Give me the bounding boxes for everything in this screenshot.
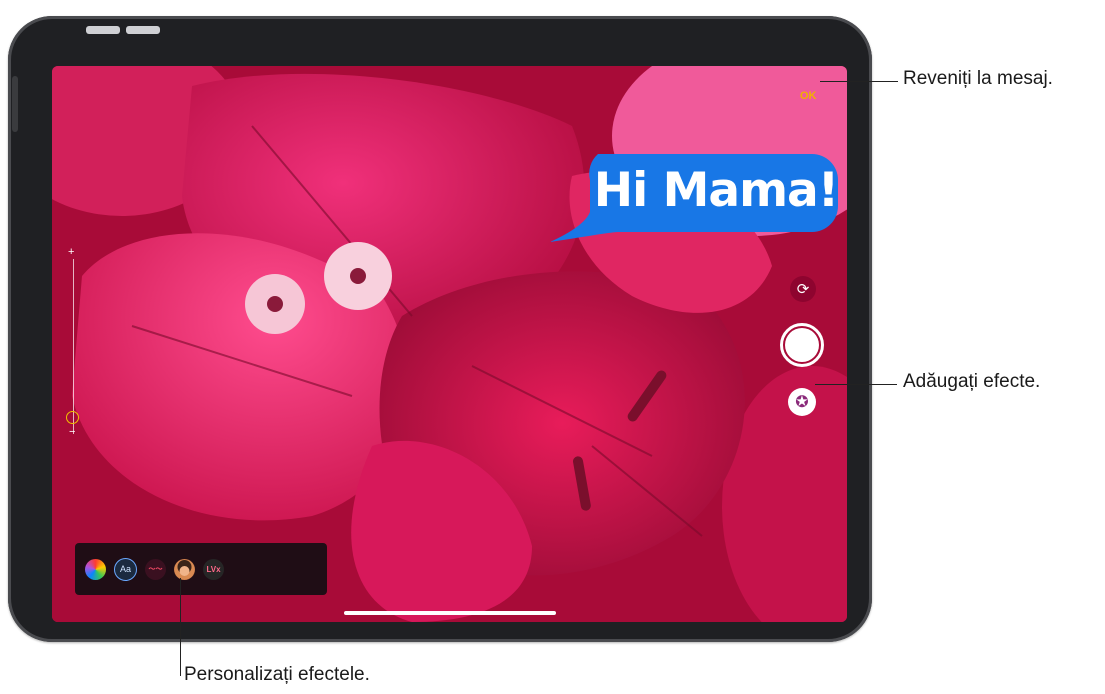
message-bubble[interactable]: Hi Mama! xyxy=(550,146,842,242)
ipad-device: Hi Mama! OK ⟳ ✪ + − Aa 〜〜 LVx xyxy=(8,16,872,642)
camera-rotate-icon: ⟳ xyxy=(796,281,810,298)
illustration: Hi Mama! OK ⟳ ✪ + − Aa 〜〜 LVx Reveniți l… xyxy=(0,0,1105,694)
shutter-inner xyxy=(785,328,819,362)
volume-button xyxy=(126,26,160,34)
callout-line-back xyxy=(820,81,898,82)
effects-tray: Aa 〜〜 LVx xyxy=(75,543,327,595)
callout-back-to-message: Reveniți la mesaj. xyxy=(903,68,1053,89)
zoom-plus-label: + xyxy=(68,246,75,258)
power-button xyxy=(12,76,18,132)
shutter-button[interactable] xyxy=(780,323,824,367)
effects-button[interactable]: ✪ xyxy=(788,388,816,416)
zoom-slider-knob[interactable] xyxy=(66,411,79,424)
callout-add-effects: Adăugați efecte. xyxy=(903,371,1041,392)
filters-icon[interactable] xyxy=(85,558,106,580)
text-effect-icon[interactable]: Aa xyxy=(114,557,137,581)
callout-customize-effects: Personalizați efectele. xyxy=(184,664,370,685)
volume-button xyxy=(86,26,120,34)
memoji-icon[interactable] xyxy=(174,558,195,580)
zoom-minus-label: − xyxy=(69,426,76,438)
star-effects-icon: ✪ xyxy=(795,394,809,411)
memoji-face-icon xyxy=(174,559,195,579)
shapes-icon[interactable]: 〜〜 xyxy=(145,558,166,580)
zoom-slider-track[interactable] xyxy=(73,259,74,434)
callout-line-customize xyxy=(180,578,181,676)
bubble-text: Hi Mama! xyxy=(593,162,839,218)
stickers-icon[interactable]: LVx xyxy=(203,558,224,580)
camera-screen: Hi Mama! OK ⟳ ✪ + − Aa 〜〜 LVx xyxy=(52,66,847,622)
flip-camera-button[interactable]: ⟳ xyxy=(790,276,816,302)
callout-line-effects xyxy=(815,384,897,385)
home-indicator xyxy=(344,611,556,615)
back-to-message-button[interactable]: OK xyxy=(800,90,817,102)
